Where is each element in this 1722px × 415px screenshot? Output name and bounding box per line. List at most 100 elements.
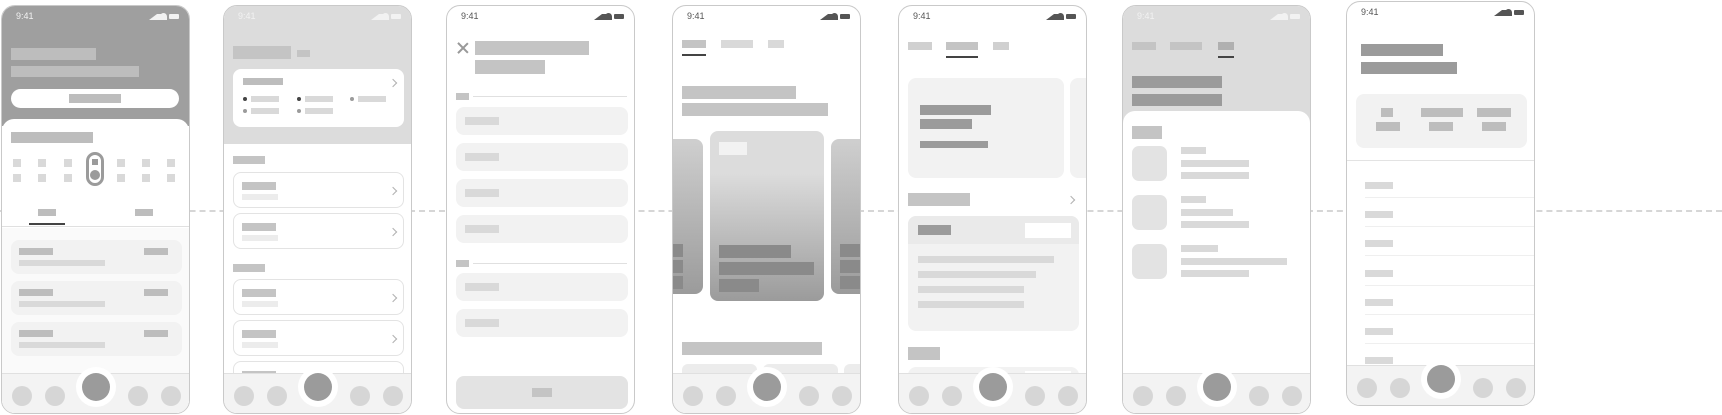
modal-title-placeholder xyxy=(475,41,589,55)
tab-item[interactable] xyxy=(161,386,181,406)
list-item[interactable] xyxy=(233,213,404,249)
list-item[interactable] xyxy=(1365,270,1393,277)
close-icon[interactable] xyxy=(456,41,470,55)
tab-item[interactable] xyxy=(1506,378,1526,398)
tab-item[interactable] xyxy=(832,386,852,406)
page-title-placeholder xyxy=(682,86,796,99)
tab-item[interactable] xyxy=(1025,386,1045,406)
tab-center-button[interactable] xyxy=(1420,359,1461,399)
thumbnail-image[interactable] xyxy=(1132,244,1167,279)
tab-1[interactable] xyxy=(1132,42,1156,50)
thumbnail-image[interactable] xyxy=(1132,195,1167,230)
option-row[interactable] xyxy=(456,309,628,337)
option-row[interactable] xyxy=(456,179,628,207)
tab-item[interactable] xyxy=(234,386,254,406)
tab-3[interactable] xyxy=(768,40,784,48)
tab-center-button[interactable] xyxy=(75,367,116,407)
tab-3[interactable] xyxy=(993,42,1009,50)
tab-item[interactable] xyxy=(799,386,819,406)
section-label-placeholder xyxy=(233,264,265,272)
tab-2-label-placeholder[interactable] xyxy=(135,209,153,216)
tab-bar xyxy=(899,367,1086,413)
tab-center-button[interactable] xyxy=(297,367,338,407)
wifi-icon xyxy=(1505,9,1512,16)
featured-card-next[interactable] xyxy=(1070,78,1086,178)
summary-card[interactable] xyxy=(233,69,404,127)
list-card[interactable] xyxy=(11,240,182,274)
tab-item[interactable] xyxy=(1058,386,1078,406)
tab-center-button[interactable] xyxy=(746,367,787,407)
tab-item[interactable] xyxy=(128,386,148,406)
carousel-card-next[interactable] xyxy=(831,139,860,294)
chevron-right-icon xyxy=(388,186,398,196)
list-item[interactable] xyxy=(1365,182,1393,189)
tab-1[interactable] xyxy=(908,42,932,50)
tab-2[interactable] xyxy=(946,42,978,50)
list-item[interactable] xyxy=(1365,211,1393,218)
list-item[interactable] xyxy=(1365,357,1393,364)
tab-bar xyxy=(224,367,411,413)
tab-item[interactable] xyxy=(1390,378,1410,398)
list-item[interactable] xyxy=(233,320,404,356)
tab-1[interactable] xyxy=(682,40,706,48)
battery-icon xyxy=(169,14,179,19)
screen-3: 9:41 xyxy=(446,5,635,414)
tab-3[interactable] xyxy=(1218,42,1234,50)
tab-item[interactable] xyxy=(716,386,736,406)
tab-item[interactable] xyxy=(1282,386,1302,406)
thumbnail-image[interactable] xyxy=(1132,146,1167,181)
tab-item[interactable] xyxy=(383,386,403,406)
tab-2[interactable] xyxy=(1170,42,1202,50)
option-row[interactable] xyxy=(456,215,628,243)
screen-1: 9:41 xyxy=(1,5,190,414)
selected-day[interactable] xyxy=(86,152,104,186)
list-item[interactable] xyxy=(1365,328,1393,335)
tab-item[interactable] xyxy=(683,386,703,406)
modal-subtitle-placeholder xyxy=(475,60,545,74)
list-item[interactable] xyxy=(233,172,404,208)
tab-1-label-placeholder[interactable] xyxy=(38,209,56,216)
section-title-placeholder xyxy=(908,193,970,206)
carousel-card-prev[interactable] xyxy=(673,139,703,294)
details-card[interactable] xyxy=(908,216,1079,331)
list-item[interactable] xyxy=(233,279,404,315)
tab-item[interactable] xyxy=(1249,386,1269,406)
tab-item[interactable] xyxy=(909,386,929,406)
active-tab-indicator xyxy=(946,56,978,58)
tab-item[interactable] xyxy=(45,386,65,406)
chevron-right-icon xyxy=(388,78,398,88)
primary-action-button[interactable] xyxy=(456,376,628,409)
option-row[interactable] xyxy=(456,273,628,301)
button-label-placeholder xyxy=(69,94,121,103)
option-row[interactable] xyxy=(456,107,628,135)
wifi-icon xyxy=(1281,13,1288,20)
tab-item[interactable] xyxy=(1133,386,1153,406)
list-item[interactable] xyxy=(1365,299,1393,306)
tab-item[interactable] xyxy=(267,386,287,406)
status-bar: 9:41 xyxy=(224,6,411,28)
stats-card[interactable] xyxy=(1356,94,1527,148)
tab-center-button[interactable] xyxy=(972,367,1013,407)
header-title-placeholder xyxy=(11,48,96,60)
tab-bar xyxy=(1123,367,1310,413)
tab-bar xyxy=(1347,359,1534,405)
option-row[interactable] xyxy=(456,143,628,171)
header-action-button[interactable] xyxy=(11,89,179,108)
tab-item[interactable] xyxy=(942,386,962,406)
tab-item[interactable] xyxy=(1473,378,1493,398)
status-time: 9:41 xyxy=(687,11,705,21)
tab-item[interactable] xyxy=(1166,386,1186,406)
tab-item[interactable] xyxy=(1357,378,1377,398)
chevron-right-icon[interactable] xyxy=(1066,195,1076,205)
list-card[interactable] xyxy=(11,322,182,356)
tab-2[interactable] xyxy=(721,40,753,48)
list-card[interactable] xyxy=(11,281,182,315)
featured-card[interactable] xyxy=(908,78,1064,178)
tab-item[interactable] xyxy=(12,386,32,406)
tab-center-button[interactable] xyxy=(1196,367,1237,407)
section-title-placeholder xyxy=(908,347,940,360)
list-item[interactable] xyxy=(1365,240,1393,247)
status-time: 9:41 xyxy=(1361,7,1379,17)
carousel-card-active[interactable] xyxy=(710,131,824,301)
tab-item[interactable] xyxy=(350,386,370,406)
